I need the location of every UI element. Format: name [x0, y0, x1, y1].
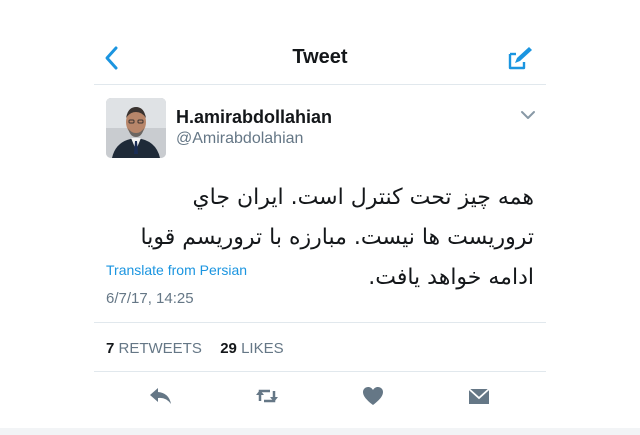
bottom-band [0, 428, 640, 435]
tweet-stats: 7 RETWEETS 29 LIKES [106, 340, 284, 357]
page-title: Tweet [292, 46, 348, 68]
translate-link[interactable]: Translate from Persian [106, 262, 247, 278]
compose-button[interactable] [506, 44, 534, 72]
compose-icon [508, 47, 532, 70]
author-name[interactable]: H.amirabdollahian [176, 107, 332, 128]
avatar[interactable] [106, 98, 166, 158]
tweet-text: همه چیز تحت کنترل است. ایران جاي تروریست… [140, 185, 534, 290]
avatar-portrait-icon [106, 98, 166, 158]
tweet-menu-button[interactable] [519, 108, 537, 122]
direct-message-button[interactable] [466, 383, 492, 409]
stats-divider-top [94, 322, 546, 323]
tweet-timestamp: 6/7/17, 14:25 [106, 290, 194, 307]
chevron-down-icon [521, 111, 535, 119]
retweet-icon [256, 389, 278, 403]
likes-count[interactable]: 29 [220, 340, 237, 357]
author-handle[interactable]: @Amirabdolahian [176, 130, 303, 148]
retweets-label[interactable]: RETWEETS [119, 340, 202, 357]
likes-label[interactable]: LIKES [241, 340, 284, 357]
tweet-header: Tweet [0, 0, 640, 84]
like-button[interactable] [360, 383, 386, 409]
reply-button[interactable] [148, 383, 174, 409]
stats-divider-bottom [94, 371, 546, 372]
message-icon [468, 388, 490, 404]
like-icon [363, 387, 383, 405]
header-divider [94, 84, 546, 85]
retweets-count[interactable]: 7 [106, 340, 114, 357]
reply-icon [150, 388, 171, 404]
retweet-button[interactable] [254, 383, 280, 409]
